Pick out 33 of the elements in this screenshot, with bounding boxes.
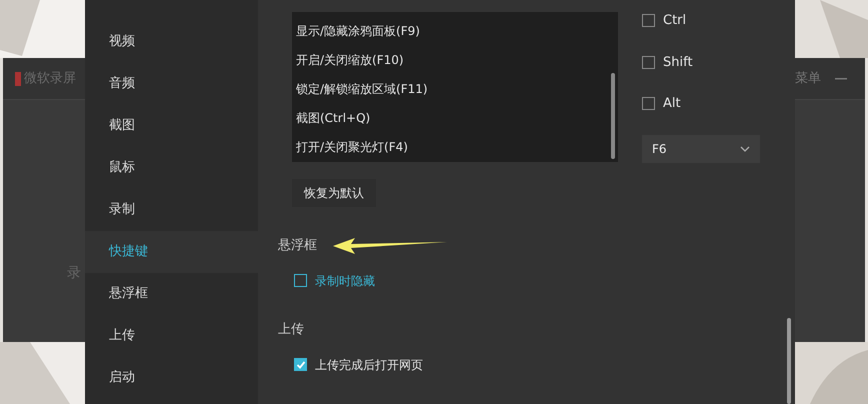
list-item[interactable]: 开启/关闭缩放(F10): [292, 45, 618, 74]
checkbox-label: Alt: [663, 95, 681, 113]
checkbox[interactable]: [294, 358, 307, 371]
sidebar-item[interactable]: 录制: [85, 189, 258, 231]
sidebar-item[interactable]: 截图: [85, 105, 258, 147]
sidebar-item[interactable]: 视频: [85, 21, 258, 63]
checkbox-label: Ctrl: [663, 12, 686, 30]
sidebar-item[interactable]: 上传: [85, 315, 258, 357]
key-dropdown[interactable]: F6: [642, 134, 760, 162]
checkbox[interactable]: [642, 14, 655, 28]
checkbox[interactable]: [642, 56, 655, 69]
sidebar-item[interactable]: 鼠标: [85, 147, 258, 189]
sidebar-item[interactable]: 悬浮框: [85, 273, 258, 315]
logo-icon: [15, 72, 21, 86]
list-item[interactable]: 锁定/解锁缩放区域(F11): [292, 74, 618, 103]
list-item[interactable]: 打开/关闭聚光灯(F4): [292, 132, 618, 161]
checkbox[interactable]: [294, 274, 307, 287]
window-title: 微软录屏: [24, 70, 76, 88]
checkbox[interactable]: [642, 97, 655, 110]
chevron-down-icon: [740, 146, 750, 152]
section-title: 悬浮框: [278, 236, 317, 255]
list-item[interactable]: 截图(Ctrl+Q): [292, 103, 618, 132]
list-item[interactable]: 显示/隐藏涂鸦面板(F9): [292, 16, 618, 45]
section-title: 上传: [278, 320, 304, 339]
minimize-icon: [835, 78, 847, 80]
sidebar-item[interactable]: 启动: [85, 357, 258, 399]
reset-button[interactable]: 恢复为默认: [292, 178, 376, 206]
checkbox-label: Shift: [663, 54, 693, 72]
sidebar-item[interactable]: 音频: [85, 63, 258, 105]
checkmark-icon: [296, 360, 306, 370]
checkbox-label: 录制时隐藏: [315, 272, 375, 290]
sidebar-item[interactable]: 快捷键: [85, 231, 258, 273]
checkbox-label: 上传完成后打开网页: [315, 356, 423, 374]
